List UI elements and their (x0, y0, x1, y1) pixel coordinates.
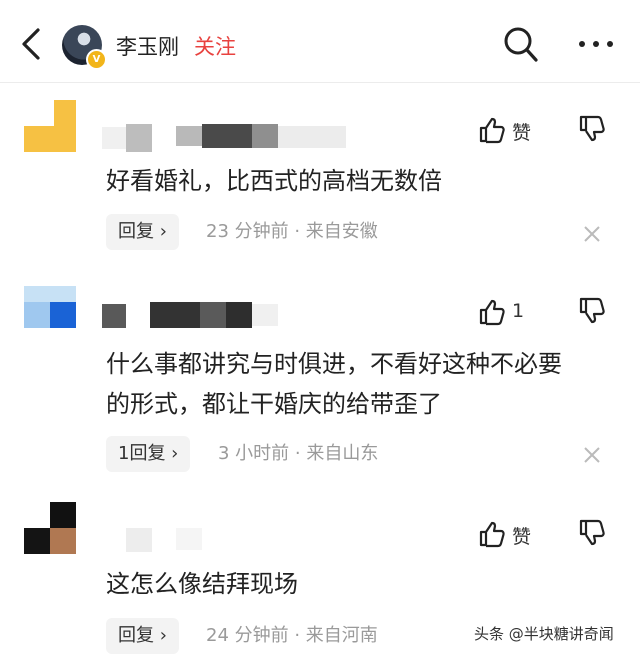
verified-badge-icon: V (86, 49, 107, 70)
thumbs-down-icon (579, 297, 605, 324)
like-button[interactable]: 1 (478, 296, 538, 328)
reply-button[interactable]: 回复 › (106, 214, 179, 250)
like-label: 赞 (512, 122, 532, 144)
search-icon[interactable] (502, 24, 540, 64)
commenter-avatar[interactable] (24, 286, 76, 338)
thumbs-up-icon (479, 117, 505, 144)
close-icon[interactable] (580, 443, 604, 467)
author-name[interactable]: 李玉刚 (116, 31, 179, 61)
back-arrow-icon[interactable] (16, 26, 48, 62)
top-bar: V 李玉刚 关注 (0, 0, 640, 83)
comment-text: 好看婚礼，比西式的高档无数倍 (106, 167, 442, 195)
reply-button[interactable]: 回复 › (106, 618, 179, 654)
like-button[interactable]: 赞 (478, 518, 538, 550)
close-icon[interactable] (580, 222, 604, 246)
like-count: 1 (512, 300, 525, 322)
more-options-icon[interactable] (576, 30, 616, 58)
comment-text: 这怎么像结拜现场 (106, 570, 298, 598)
thumbs-down-icon (579, 519, 605, 546)
dislike-button[interactable] (578, 518, 608, 550)
comment-meta: 3 小时前 · 来自山东 (218, 443, 379, 464)
follow-button[interactable]: 关注 (194, 31, 236, 61)
like-label: 赞 (512, 526, 532, 548)
comment-text-line1: 什么事都讲究与时俱进，不看好这种不必要 (106, 350, 562, 378)
dislike-button[interactable] (578, 296, 608, 328)
commenter-avatar[interactable] (24, 100, 76, 152)
thumbs-down-icon (579, 115, 605, 142)
comment-text-line2: 的形式，都让干婚庆的给带歪了 (106, 390, 442, 418)
thumbs-up-icon (479, 299, 505, 326)
thumbs-up-icon (479, 521, 505, 548)
comment-meta: 24 分钟前 · 来自河南 (206, 625, 378, 646)
comment-meta: 23 分钟前 · 来自安徽 (206, 221, 378, 242)
watermark: 头条 @半块糖讲奇闻 (474, 625, 614, 643)
dislike-button[interactable] (578, 114, 608, 146)
commenter-avatar[interactable] (24, 502, 76, 554)
like-button[interactable]: 赞 (478, 114, 538, 146)
reply-button[interactable]: 1回复 › (106, 436, 191, 472)
